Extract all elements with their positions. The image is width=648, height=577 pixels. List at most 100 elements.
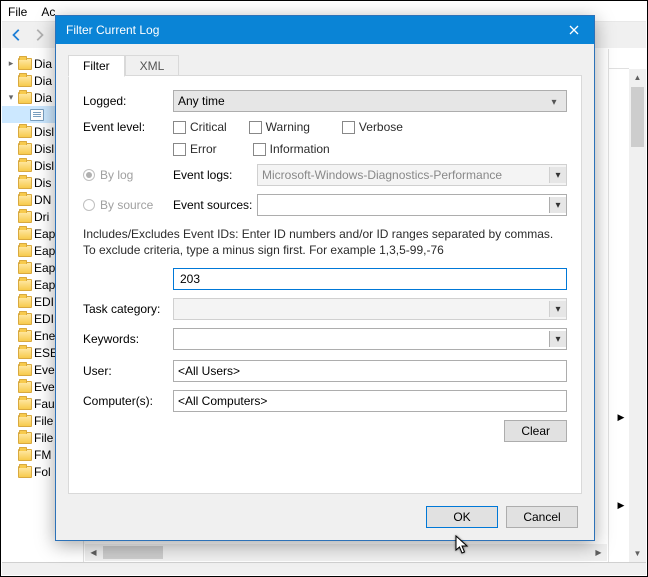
logged-select[interactable]: Any time [173, 90, 567, 112]
tree-item-label: Dia [34, 91, 52, 105]
tree-item-label: DN [34, 193, 51, 207]
status-bar [2, 562, 646, 575]
scrollbar-vertical[interactable] [629, 69, 646, 562]
by-source-radio: By source [83, 198, 173, 212]
folder-icon [18, 449, 32, 461]
scroll-down-button[interactable] [629, 545, 646, 562]
event-sources-label: Event sources: [173, 198, 257, 212]
error-checkbox[interactable]: Error [173, 142, 217, 156]
tree-twist-icon[interactable] [18, 110, 28, 120]
tree-item-label: Fol [34, 465, 51, 479]
folder-icon [18, 211, 32, 223]
tree-item-label: Dia [34, 74, 52, 88]
folder-icon [18, 177, 32, 189]
scrollbar-horizontal[interactable] [85, 544, 607, 561]
tree-item-label: Eap [34, 227, 55, 241]
title-bar[interactable]: Filter Current Log [56, 16, 594, 44]
user-input[interactable]: <All Users> [173, 360, 567, 382]
event-id-help-text: Includes/Excludes Event IDs: Enter ID nu… [83, 226, 567, 258]
computers-input[interactable]: <All Computers> [173, 390, 567, 412]
tree-item-label: Ene [34, 329, 55, 343]
close-button[interactable] [554, 16, 594, 44]
folder-icon [18, 92, 32, 104]
expand-indicator-icon [613, 497, 629, 513]
tree-item-label: Eve [34, 380, 55, 394]
folder-icon [18, 58, 32, 70]
information-checkbox[interactable]: Information [253, 142, 330, 156]
computers-label: Computer(s): [83, 394, 173, 408]
scroll-right-button[interactable] [590, 544, 607, 561]
tree-item-label: File [34, 431, 53, 445]
tree-item-label: Disl [34, 159, 54, 173]
tree-item-label: Eap [34, 278, 55, 292]
tree-item-label: Eap [34, 261, 55, 275]
actions-pane [608, 49, 646, 562]
tree-item-label: Disl [34, 142, 54, 156]
clear-button[interactable]: Clear [504, 420, 567, 442]
tree-item-label: Fau [34, 397, 55, 411]
folder-icon [18, 313, 32, 325]
dialog-title: Filter Current Log [66, 23, 554, 37]
folder-icon [18, 75, 32, 87]
scroll-thumb[interactable] [631, 87, 644, 147]
menu-action-truncated[interactable]: Ac [41, 5, 55, 19]
folder-icon [18, 432, 32, 444]
tree-item-label: Disl [34, 125, 54, 139]
event-id-field[interactable] [178, 271, 562, 287]
verbose-checkbox[interactable]: Verbose [342, 120, 403, 134]
tree-item-label: EDI [34, 295, 54, 309]
event-level-label: Event level: [83, 120, 173, 134]
chevron-down-icon [549, 301, 566, 317]
tree-item-label: File [34, 414, 53, 428]
critical-checkbox[interactable]: Critical [173, 120, 227, 134]
logged-label: Logged: [83, 94, 173, 108]
tree-twist-icon[interactable]: ▸ [6, 59, 16, 69]
folder-icon [18, 262, 32, 274]
tab-filter[interactable]: Filter [68, 55, 125, 77]
event-sources-combo[interactable] [257, 194, 567, 216]
scroll-up-button[interactable] [629, 69, 646, 86]
folder-icon [18, 126, 32, 138]
folder-icon [18, 330, 32, 342]
warning-checkbox[interactable]: Warning [249, 120, 310, 134]
folder-icon [18, 347, 32, 359]
event-logs-value: Microsoft-Windows-Diagnostics-Performanc… [262, 168, 545, 182]
chevron-down-icon [549, 167, 566, 183]
event-logs-combo: Microsoft-Windows-Diagnostics-Performanc… [257, 164, 567, 186]
by-log-radio: By log [83, 168, 173, 182]
task-category-combo [173, 298, 567, 320]
scroll-thumb-horizontal[interactable] [103, 546, 163, 559]
folder-icon [18, 296, 32, 308]
folder-icon [18, 245, 32, 257]
chevron-down-icon[interactable] [549, 331, 566, 347]
folder-icon [18, 415, 32, 427]
keywords-label: Keywords: [83, 332, 173, 346]
folder-icon [18, 381, 32, 393]
tree-item-label: Eap [34, 244, 55, 258]
folder-icon [18, 364, 32, 376]
filter-dialog: Filter Current Log Filter XML Logged: An… [55, 15, 595, 541]
folder-icon [18, 466, 32, 478]
menu-file[interactable]: File [8, 5, 27, 19]
chevron-down-icon[interactable] [549, 197, 566, 213]
keywords-combo[interactable] [173, 328, 567, 350]
forward-button[interactable] [30, 26, 48, 44]
back-button[interactable] [8, 26, 26, 44]
tree-item-label: Dis [34, 176, 51, 190]
tree-twist-icon[interactable]: ▾ [6, 93, 16, 103]
folder-icon [18, 279, 32, 291]
scroll-left-button[interactable] [85, 544, 102, 561]
expand-indicator-icon [613, 409, 629, 425]
event-id-input[interactable] [173, 268, 567, 290]
ok-button[interactable]: OK [426, 506, 498, 528]
tree-item-label: Eve [34, 363, 55, 377]
user-label: User: [83, 364, 173, 378]
tree-item-label: Dri [34, 210, 49, 224]
task-category-label: Task category: [83, 302, 173, 316]
event-logs-label: Event logs: [173, 168, 257, 182]
tree-item-label: Dia [34, 57, 52, 71]
tree-item-label: FM [34, 448, 51, 462]
tab-xml[interactable]: XML [125, 55, 180, 77]
folder-icon [18, 143, 32, 155]
cancel-button[interactable]: Cancel [506, 506, 578, 528]
